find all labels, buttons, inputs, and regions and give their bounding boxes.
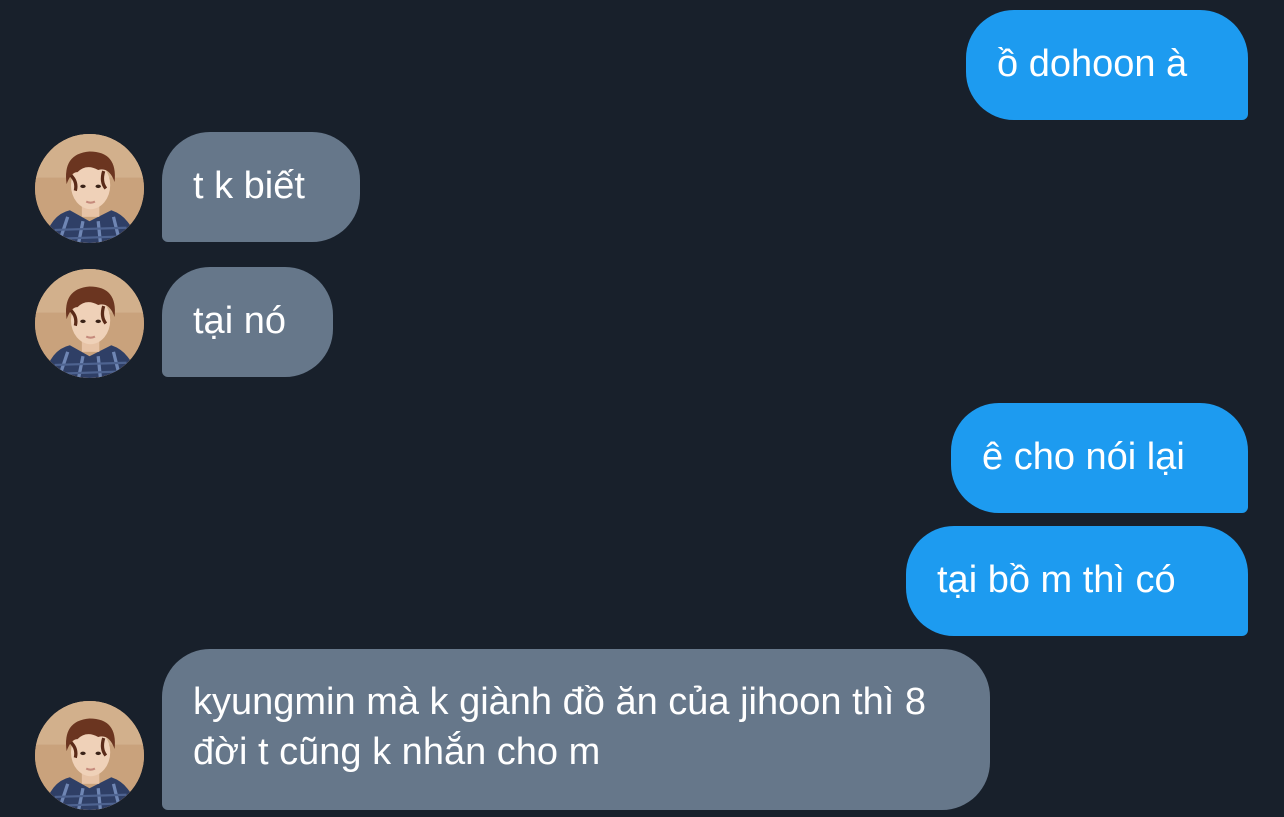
message-text: t k biết	[193, 165, 305, 207]
avatar-photo	[35, 269, 144, 378]
message-text: tại nó	[193, 300, 286, 342]
avatar-photo	[35, 134, 144, 243]
message-bubble-sent[interactable]: ê cho nói lại	[951, 403, 1248, 513]
avatar-photo	[35, 701, 144, 810]
message-bubble-received[interactable]: tại nó	[162, 267, 333, 377]
message-bubble-sent[interactable]: tại bồ m thì có	[906, 526, 1248, 636]
message-bubble-received[interactable]: t k biết	[162, 132, 360, 242]
message-bubble-sent[interactable]: ồ dohoon à	[966, 10, 1248, 120]
contact-avatar[interactable]	[35, 134, 144, 243]
message-text: kyungmin mà k giành đồ ăn của jihoon thì…	[193, 681, 927, 773]
message-text: ê cho nói lại	[982, 436, 1185, 478]
message-bubble-received[interactable]: kyungmin mà k giành đồ ăn của jihoon thì…	[162, 649, 990, 810]
message-text: tại bồ m thì có	[937, 559, 1176, 601]
contact-avatar[interactable]	[35, 701, 144, 810]
contact-avatar[interactable]	[35, 269, 144, 378]
message-text: ồ dohoon à	[997, 43, 1188, 85]
